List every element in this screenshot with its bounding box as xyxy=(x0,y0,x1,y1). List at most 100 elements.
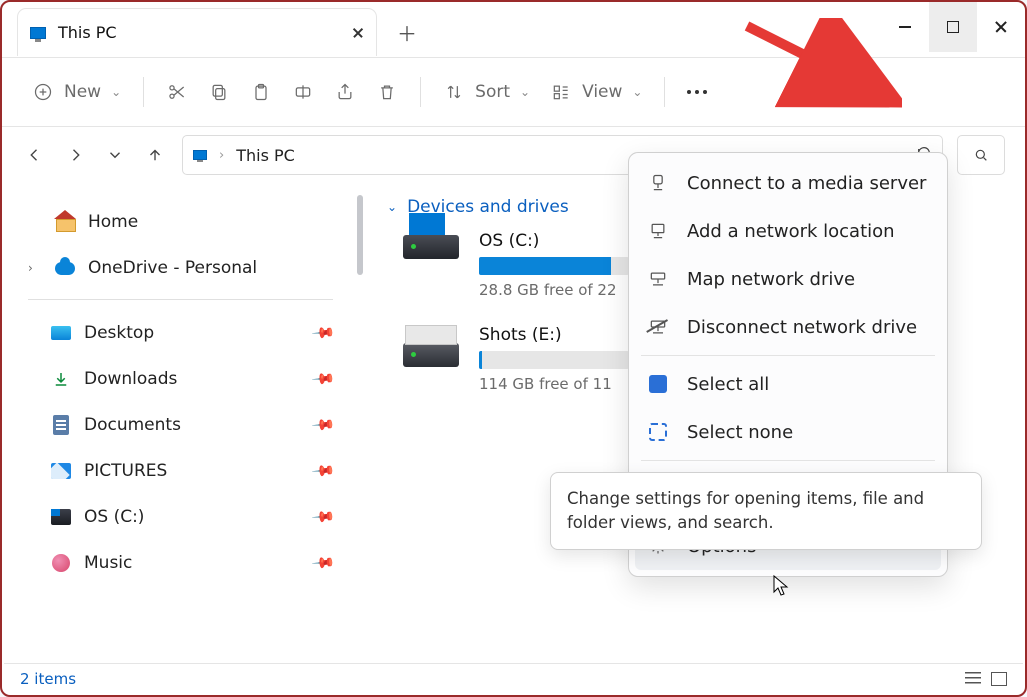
options-tooltip: Change settings for opening items, file … xyxy=(550,472,982,550)
sidebar-item-label: Desktop xyxy=(84,323,154,343)
desktop-icon xyxy=(51,326,71,340)
menu-select-all[interactable]: Select all xyxy=(635,360,941,408)
document-icon xyxy=(53,415,69,435)
sort-button[interactable]: Sort ⌄ xyxy=(433,75,540,109)
close-window-button[interactable] xyxy=(977,2,1025,52)
map-drive-icon xyxy=(647,268,669,290)
pin-icon: 📌 xyxy=(311,412,337,438)
sidebar-item-music[interactable]: Music 📌 xyxy=(22,540,339,586)
cloud-icon xyxy=(55,262,75,275)
forward-button[interactable] xyxy=(62,142,88,168)
sidebar-item-label: OneDrive - Personal xyxy=(88,258,257,278)
item-count: 2 items xyxy=(20,670,76,688)
chevron-down-icon: ⌄ xyxy=(387,200,397,214)
sidebar-item-desktop[interactable]: Desktop 📌 xyxy=(22,310,339,356)
details-view-toggle[interactable] xyxy=(965,672,981,686)
sidebar-item-os-c[interactable]: OS (C:) 📌 xyxy=(22,494,339,540)
address-text: This PC xyxy=(236,146,295,165)
sidebar-item-home[interactable]: Home xyxy=(22,199,339,245)
recent-button[interactable] xyxy=(102,142,128,168)
minimize-button[interactable] xyxy=(881,2,929,52)
delete-button[interactable] xyxy=(366,75,408,109)
rename-icon xyxy=(292,81,314,103)
pictures-icon xyxy=(51,463,71,479)
status-bar: 2 items xyxy=(4,663,1023,693)
tiles-view-toggle[interactable] xyxy=(991,672,1007,686)
sidebar-item-label: Downloads xyxy=(84,369,177,389)
new-button[interactable]: New ⌄ xyxy=(22,75,131,109)
sidebar-item-onedrive[interactable]: › OneDrive - Personal xyxy=(22,245,339,291)
close-tab-icon[interactable] xyxy=(352,27,364,39)
hdd-icon xyxy=(403,343,459,367)
scissors-icon xyxy=(166,81,188,103)
sort-icon xyxy=(443,81,465,103)
cut-button[interactable] xyxy=(156,75,198,109)
sidebar-item-documents[interactable]: Documents 📌 xyxy=(22,402,339,448)
window-controls xyxy=(881,2,1025,52)
menu-disconnect-network-drive[interactable]: Disconnect network drive xyxy=(635,303,941,351)
chevron-right-icon: › xyxy=(219,148,224,163)
menu-add-network-location[interactable]: Add a network location xyxy=(635,207,941,255)
chevron-down-icon: ⌄ xyxy=(632,85,642,99)
trash-icon xyxy=(376,81,398,103)
menu-label: Disconnect network drive xyxy=(687,317,917,338)
sidebar-item-label: PICTURES xyxy=(84,461,167,481)
share-icon xyxy=(334,81,356,103)
sidebar-item-label: Home xyxy=(88,212,138,232)
paste-button[interactable] xyxy=(240,75,282,109)
chevron-down-icon: ⌄ xyxy=(111,85,121,99)
maximize-button[interactable] xyxy=(929,2,977,52)
capacity-bar xyxy=(479,351,629,369)
sidebar-item-label: Documents xyxy=(84,415,181,435)
scrollbar-thumb[interactable] xyxy=(357,195,363,275)
more-button[interactable] xyxy=(677,84,717,100)
chevron-down-icon: ⌄ xyxy=(520,85,530,99)
rename-button[interactable] xyxy=(282,75,324,109)
sort-label: Sort xyxy=(475,82,510,102)
view-button[interactable]: View ⌄ xyxy=(540,75,652,109)
menu-label: Connect to a media server xyxy=(687,173,926,194)
ellipsis-icon xyxy=(687,90,707,94)
view-icon xyxy=(550,81,572,103)
sidebar-item-pictures[interactable]: PICTURES 📌 xyxy=(22,448,339,494)
chevron-right-icon[interactable]: › xyxy=(28,261,42,275)
download-icon xyxy=(50,368,72,390)
sidebar-item-label: OS (C:) xyxy=(84,507,144,527)
capacity-bar xyxy=(479,257,629,275)
sidebar-item-downloads[interactable]: Downloads 📌 xyxy=(22,356,339,402)
copy-button[interactable] xyxy=(198,75,240,109)
select-none-icon xyxy=(647,421,669,443)
monitor-icon xyxy=(193,150,207,160)
tab-title: This PC xyxy=(58,23,340,42)
search-button[interactable] xyxy=(957,135,1005,175)
menu-label: Select all xyxy=(687,374,769,395)
back-button[interactable] xyxy=(22,142,48,168)
view-label: View xyxy=(582,82,622,102)
pin-icon: 📌 xyxy=(311,320,337,346)
copy-icon xyxy=(208,81,230,103)
new-label: New xyxy=(64,82,101,102)
menu-map-network-drive[interactable]: Map network drive xyxy=(635,255,941,303)
pin-icon: 📌 xyxy=(311,366,337,392)
tab-this-pc[interactable]: This PC xyxy=(17,8,377,56)
new-tab-button[interactable]: ＋ xyxy=(387,12,427,52)
menu-label: Map network drive xyxy=(687,269,855,290)
sidebar-scrollbar[interactable] xyxy=(349,187,377,663)
command-bar: New ⌄ Sort ⌄ View ⌄ xyxy=(2,57,1025,127)
drive-icon xyxy=(51,509,71,525)
share-button[interactable] xyxy=(324,75,366,109)
up-button[interactable] xyxy=(142,142,168,168)
menu-label: Select none xyxy=(687,422,793,443)
monitor-icon xyxy=(30,27,46,39)
media-server-icon xyxy=(647,172,669,194)
home-icon xyxy=(56,214,74,230)
disconnect-drive-icon xyxy=(647,316,669,338)
titlebar: This PC ＋ xyxy=(2,2,1025,57)
menu-select-none[interactable]: Select none xyxy=(635,408,941,456)
network-location-icon xyxy=(647,220,669,242)
menu-connect-media-server[interactable]: Connect to a media server xyxy=(635,159,941,207)
pin-icon: 📌 xyxy=(311,458,337,484)
plus-circle-icon xyxy=(32,81,54,103)
menu-label: Add a network location xyxy=(687,221,895,242)
music-icon xyxy=(52,554,70,572)
